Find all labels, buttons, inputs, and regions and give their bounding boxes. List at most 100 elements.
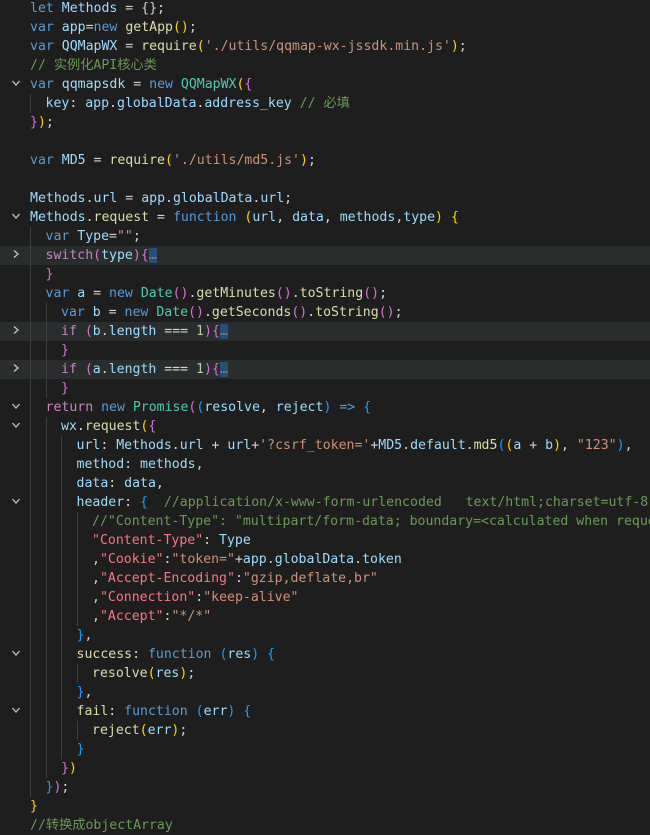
code-line[interactable]: },: [0, 626, 650, 645]
indent-guide: [30, 569, 31, 588]
code-line[interactable]: [0, 132, 650, 151]
code-token: success: [76, 647, 133, 662]
code-line[interactable]: var MD5 = require('./utils/md5.js');: [0, 151, 650, 170]
code-line[interactable]: }: [0, 379, 650, 398]
code-line[interactable]: }: [0, 740, 650, 759]
code-line[interactable]: "Content-Type": Type: [0, 531, 650, 550]
chevron-right-icon[interactable]: [8, 246, 24, 265]
code-token: toString: [315, 305, 379, 320]
indent-guide: [30, 474, 31, 493]
chevron-down-icon[interactable]: [8, 702, 24, 721]
folded-region-ellipsis[interactable]: …: [148, 248, 157, 263]
code-token: (): [172, 20, 189, 35]
code-token: request: [84, 419, 141, 434]
code-text: var a = new Date().getMinutes().toString…: [46, 284, 388, 303]
code-line[interactable]: header: { //application/x-www-form-urlen…: [0, 493, 650, 512]
indent-guide: [76, 569, 78, 588]
code-line[interactable]: ,"Accept":"*/*": [0, 607, 650, 626]
code-line[interactable]: }: [0, 797, 650, 816]
code-line[interactable]: }): [0, 759, 650, 778]
code-line[interactable]: // 实例化API核心类: [0, 56, 650, 75]
code-token: url: [260, 191, 285, 206]
code-line[interactable]: ,"Accept-Encoding":"gzip,deflate,br": [0, 569, 650, 588]
code-line[interactable]: }: [0, 265, 650, 284]
code-line[interactable]: method: methods,: [0, 455, 650, 474]
code-token: ): [37, 115, 46, 130]
code-line[interactable]: wx.request({: [0, 417, 650, 436]
code-token: function: [147, 647, 220, 662]
code-token: (): [275, 286, 292, 301]
indent-guide: [30, 417, 31, 436]
code-line[interactable]: var Type="";: [0, 227, 650, 246]
code-line[interactable]: key: app.globalData.address_key // 必填: [0, 94, 650, 113]
code-line[interactable]: success: function (res) {: [0, 645, 650, 664]
code-token: getMinutes: [196, 286, 276, 301]
code-line[interactable]: var qqmapsdk = new QQMapWX({: [0, 75, 650, 94]
code-line[interactable]: var app=new getApp();: [0, 18, 650, 37]
code-line[interactable]: let Methods = {};: [0, 0, 650, 18]
indent-guide: [30, 341, 31, 360]
code-line[interactable]: if (a.length === 1){…: [0, 360, 650, 379]
code-line[interactable]: //"Content-Type": "multipart/form-data; …: [0, 512, 650, 531]
code-token: ===: [156, 324, 197, 339]
code-line[interactable]: });: [0, 778, 650, 797]
code-token: function: [172, 210, 245, 225]
code-line[interactable]: ,"Connection":"keep-alive": [0, 588, 650, 607]
code-token: data: [76, 476, 109, 491]
chevron-down-icon[interactable]: [8, 398, 24, 417]
code-line[interactable]: },: [0, 683, 650, 702]
code-text: var QQMapWX = require('./utils/qqmap-wx-…: [30, 37, 467, 56]
code-editor[interactable]: let Methods = {}; var app=new getApp(); va…: [0, 0, 650, 835]
code-token: qqmapsdk: [61, 77, 126, 92]
folded-region-ellipsis[interactable]: …: [219, 324, 228, 339]
chevron-down-icon[interactable]: [8, 75, 24, 94]
chevron-down-icon[interactable]: [8, 493, 24, 512]
code-line[interactable]: Methods.request = function (url, data, m…: [0, 208, 650, 227]
code-text: //转换成objectArray: [30, 816, 173, 835]
code-line[interactable]: fail: function (err) {: [0, 702, 650, 721]
code-line[interactable]: return new Promise((resolve, reject) => …: [0, 398, 650, 417]
code-token: =: [117, 39, 142, 54]
indent-guide: [45, 759, 47, 778]
code-line[interactable]: });: [0, 113, 650, 132]
code-token: ===: [156, 362, 197, 377]
code-token: wx: [61, 419, 77, 434]
code-token: res: [227, 647, 252, 662]
code-line[interactable]: resolve(res);: [0, 664, 650, 683]
code-token: =: [85, 153, 110, 168]
code-line[interactable]: Methods.url = app.globalData.url;: [0, 189, 650, 208]
code-text: if (a.length === 1){…: [61, 360, 228, 379]
chevron-down-icon[interactable]: [8, 417, 24, 436]
code-line[interactable]: ,"Cookie":"token="+app.globalData.token: [0, 550, 650, 569]
code-line[interactable]: url: Methods.url + url+'?csrf_token='+MD…: [0, 436, 650, 455]
code-token: key: [45, 96, 70, 111]
code-line[interactable]: data: data,: [0, 474, 650, 493]
code-token: //转换成objectArray: [30, 818, 173, 833]
folded-region-ellipsis[interactable]: …: [219, 362, 228, 377]
indent-guide: [30, 778, 31, 797]
code-text: header: { //application/x-www-form-urlen…: [77, 493, 649, 512]
indent-guide: [45, 512, 47, 531]
chevron-right-icon[interactable]: [8, 360, 24, 379]
code-token: .: [307, 305, 316, 320]
code-line[interactable]: }: [0, 341, 650, 360]
code-line[interactable]: var a = new Date().getMinutes().toString…: [0, 284, 650, 303]
code-token: Methods: [30, 191, 86, 206]
code-line[interactable]: [0, 170, 650, 189]
chevron-down-icon[interactable]: [8, 208, 24, 227]
code-line[interactable]: if (b.length === 1){…: [0, 322, 650, 341]
code-line[interactable]: //转换成objectArray: [0, 816, 650, 835]
code-token: ,: [276, 210, 293, 225]
code-line[interactable]: reject(err);: [0, 721, 650, 740]
chevron-right-icon[interactable]: [8, 322, 24, 341]
code-token: ): [251, 647, 260, 662]
indent-guide: [30, 284, 31, 303]
code-line[interactable]: var b = new Date().getSeconds().toString…: [0, 303, 650, 322]
chevron-down-icon[interactable]: [8, 645, 24, 664]
code-token: app: [242, 552, 267, 567]
code-token: ,: [195, 457, 204, 472]
code-line[interactable]: var QQMapWX = require('./utils/qqmap-wx-…: [0, 37, 650, 56]
code-line[interactable]: switch(type){…: [0, 246, 650, 265]
code-text: var b = new Date().getSeconds().toString…: [61, 303, 403, 322]
